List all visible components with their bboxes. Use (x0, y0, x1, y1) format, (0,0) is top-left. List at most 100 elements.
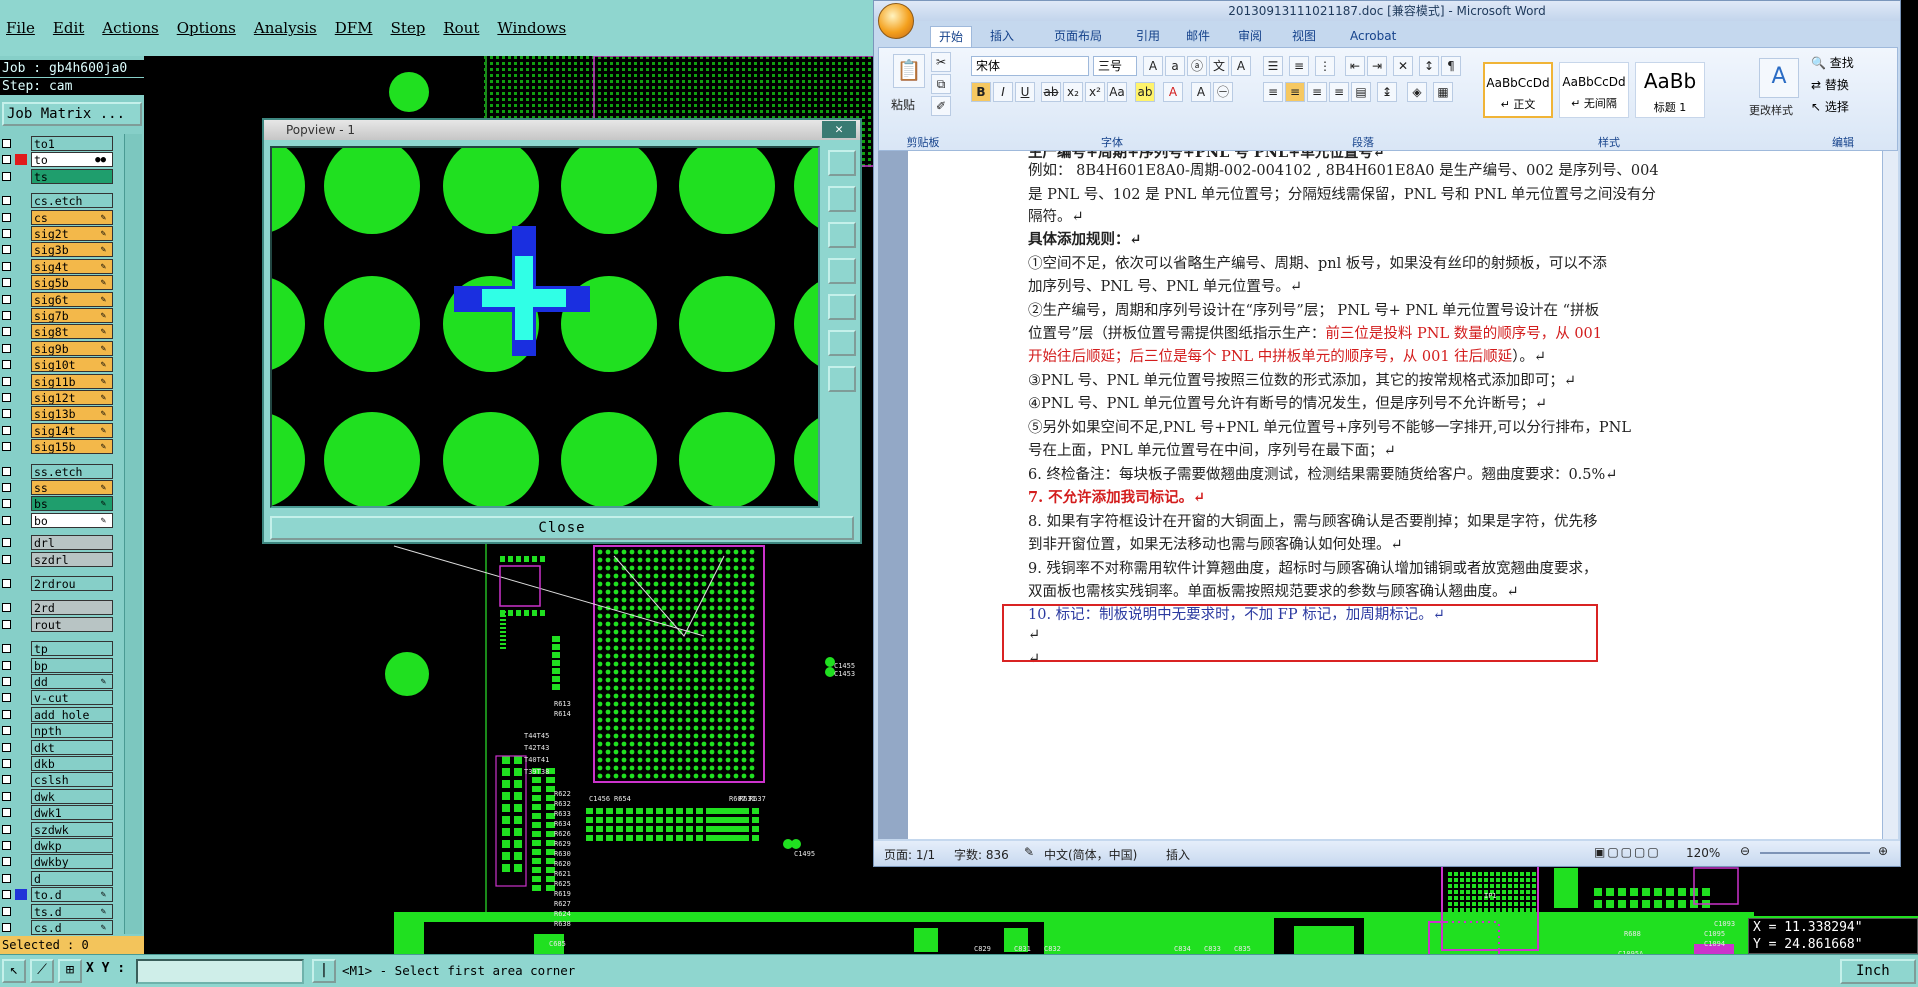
layer-checkbox[interactable] (2, 466, 11, 476)
borders-icon[interactable]: ▦ (1433, 82, 1453, 102)
layer-checkbox[interactable] (2, 515, 11, 525)
layer-checkbox[interactable] (2, 327, 11, 337)
show-marks-icon[interactable]: ¶ (1441, 56, 1461, 76)
highlight-icon[interactable]: ab (1135, 82, 1155, 102)
layer-checkbox[interactable] (2, 857, 11, 867)
menu-windows[interactable]: Windows (497, 19, 566, 37)
layer-row-cs.etch[interactable]: cs.etch (0, 193, 118, 209)
layer-checkbox[interactable] (2, 393, 11, 402)
layer-checkbox[interactable] (2, 212, 11, 222)
layer-checkbox[interactable] (2, 759, 11, 768)
layer-row-dwkp[interactable]: dwkp (0, 838, 118, 853)
layer-row-npth[interactable]: npth (0, 723, 118, 739)
measure-icon[interactable]: ⟋ (30, 959, 54, 983)
clear-format-icon[interactable]: ⓐ (1187, 56, 1207, 76)
layer-row-dd[interactable]: dd ✎ (0, 674, 118, 689)
layer-checkbox[interactable] (2, 808, 11, 818)
layer-name[interactable]: to1 (31, 136, 113, 151)
menu-step[interactable]: Step (391, 19, 426, 37)
zoom-home-icon[interactable] (828, 366, 856, 392)
layer-checkbox[interactable] (2, 171, 11, 181)
layer-name[interactable]: drl (31, 535, 113, 551)
ribbon-tab-6[interactable]: 视图 (1292, 26, 1316, 47)
layer-checkbox[interactable] (2, 923, 11, 932)
zoom-in-icon[interactable]: ⊕ (1878, 844, 1888, 858)
zoom-in-icon[interactable] (828, 186, 856, 212)
layer-name[interactable]: v-cut (31, 690, 113, 706)
units-selector[interactable]: Inch (1840, 959, 1916, 984)
layer-row-2rd[interactable]: 2rd (0, 600, 118, 616)
layer-name[interactable]: sig13b ✎ (31, 406, 113, 422)
char-border-icon[interactable]: A (1231, 56, 1251, 76)
layer-row-drl[interactable]: drl (0, 535, 118, 551)
layer-name[interactable]: sig4t ✎ (31, 258, 113, 274)
layer-checkbox[interactable] (2, 343, 11, 353)
status-page[interactable]: 页面: 1/1 (884, 846, 935, 863)
layer-checkbox[interactable] (2, 554, 11, 564)
layer-checkbox[interactable] (2, 442, 11, 452)
font-name-box[interactable]: 宋体 (971, 56, 1089, 76)
layer-name[interactable]: tp (31, 641, 113, 657)
bullets-icon[interactable]: ☰ (1263, 56, 1283, 76)
sort-icon[interactable]: ↕ (1419, 56, 1439, 76)
ribbon-tab-2[interactable]: 页面布局 (1054, 26, 1102, 47)
layer-row-sig7b[interactable]: sig7b ✎ (0, 308, 118, 323)
layer-name[interactable]: dkt (31, 739, 113, 755)
layer-row-dwkby[interactable]: dwkby (0, 854, 118, 870)
layer-name[interactable]: d (31, 870, 113, 886)
layer-checkbox[interactable] (2, 890, 11, 900)
italic-icon[interactable]: I (993, 82, 1013, 102)
layer-checkbox[interactable] (2, 677, 11, 686)
select-button[interactable]: ↖ 选择 (1811, 98, 1849, 115)
layer-row-dwk1[interactable]: dwk1 (0, 805, 118, 821)
layer-name[interactable]: dwkby (31, 854, 113, 870)
layer-row-sig14t[interactable]: sig14t ✎ (0, 422, 118, 438)
layer-row-to[interactable]: to ●● (0, 152, 118, 168)
layer-row-bs[interactable]: bs ✎ (0, 496, 118, 512)
replace-button[interactable]: ⇄ 替换 (1811, 76, 1849, 93)
view-buttons-icon[interactable]: ▣▢▢▢▢ (1594, 845, 1661, 859)
layer-name[interactable]: sig14t ✎ (31, 422, 113, 438)
layer-checkbox[interactable] (2, 824, 11, 834)
change-styles-label[interactable]: 更改样式 (1749, 102, 1793, 118)
layer-row-sig4t[interactable]: sig4t ✎ (0, 258, 118, 274)
layer-checkbox[interactable] (2, 278, 11, 288)
paste-label[interactable]: 粘贴 (891, 96, 915, 113)
layer-name[interactable]: to ●● (31, 152, 113, 168)
menu-rout[interactable]: Rout (443, 19, 479, 37)
shrink-font-icon[interactable]: a (1165, 56, 1185, 76)
ribbon-tab-4[interactable]: 邮件 (1186, 26, 1210, 47)
layer-checkbox[interactable] (2, 139, 11, 148)
justify-icon[interactable]: ≡ (1329, 82, 1349, 102)
xy-input[interactable] (136, 959, 304, 984)
layer-name[interactable]: sig3b ✎ (31, 242, 113, 258)
layer-row-szdwk[interactable]: szdwk (0, 821, 118, 837)
layer-checkbox[interactable] (2, 579, 11, 588)
layer-name[interactable]: cs.etch (31, 193, 113, 209)
decrease-indent-icon[interactable]: ⇤ (1345, 56, 1365, 76)
document-page[interactable]: 生产编号+周期+序列号+PNL 号 PNL+单元位置号↵ 例如： 8B4H601E… (908, 151, 1882, 839)
layer-checkbox[interactable] (2, 906, 11, 916)
align-left-icon[interactable]: ≡ (1263, 82, 1283, 102)
layer-row-add_hole[interactable]: add_hole (0, 706, 118, 722)
layer-name[interactable]: ts.d ✎ (31, 903, 113, 919)
layer-checkbox[interactable] (2, 229, 11, 238)
layer-name[interactable]: sig5b ✎ (31, 275, 113, 291)
layer-name[interactable]: szdwk (31, 821, 113, 837)
layer-name[interactable]: sig2t ✎ (31, 226, 113, 241)
layer-checkbox[interactable] (2, 360, 11, 370)
char-shading-icon[interactable]: A (1191, 82, 1211, 102)
underline-icon[interactable]: U (1015, 82, 1035, 102)
layer-row-to1[interactable]: to1 (0, 136, 118, 151)
chinese-layout-icon[interactable]: ✕ (1393, 56, 1413, 76)
menu-options[interactable]: Options (177, 19, 236, 37)
layer-list-scrollbar[interactable] (124, 134, 142, 934)
layer-name[interactable]: ts (31, 168, 113, 184)
layer-row-sig3b[interactable]: sig3b ✎ (0, 242, 118, 258)
layer-row-sig9b[interactable]: sig9b ✎ (0, 340, 118, 356)
find-button[interactable]: 🔍 查找 (1811, 54, 1854, 71)
style-0[interactable]: AaBbCcDd ↵ 正文 (1483, 62, 1553, 118)
layer-name[interactable]: rout (31, 616, 113, 632)
menu-analysis[interactable]: Analysis (254, 19, 317, 37)
pointer-icon[interactable]: ↖ (2, 959, 26, 983)
